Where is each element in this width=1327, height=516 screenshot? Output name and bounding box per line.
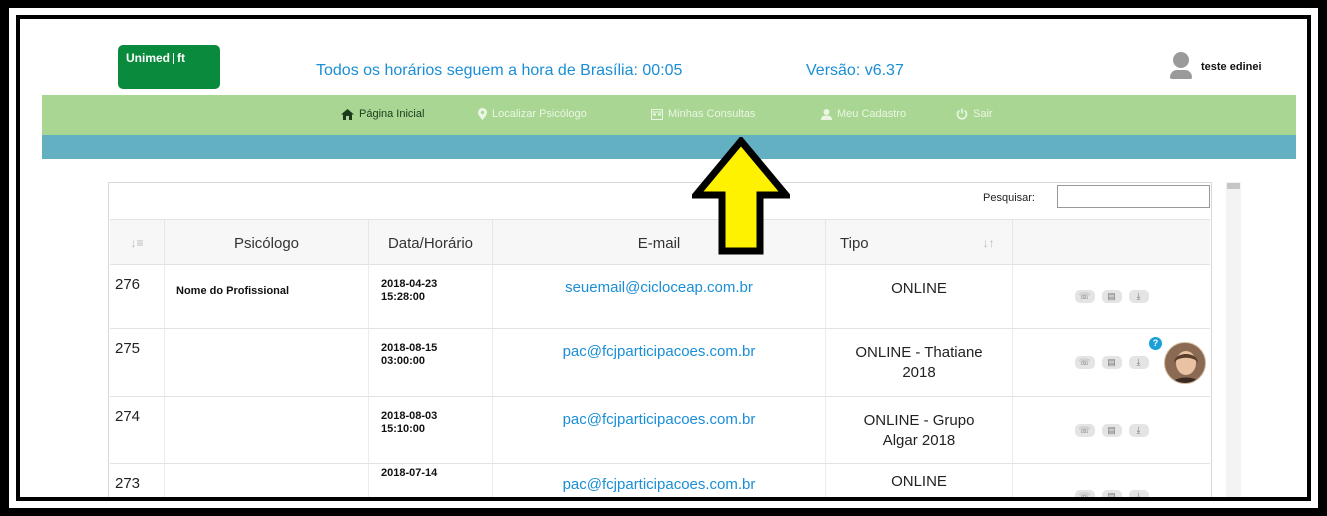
app-screen: Unimed ft Todos os horários seguem a hora…	[20, 19, 1307, 497]
phone-icon[interactable]: ☏	[1074, 290, 1095, 303]
phone-icon[interactable]: ☏	[1074, 490, 1095, 497]
row-datetime: 2018-08-03 15:10:00	[369, 397, 493, 463]
blue-divider-bar	[42, 135, 1296, 159]
phone-icon[interactable]: ☏	[1074, 423, 1095, 437]
row-actions: ☏ ▤ ⤓	[1013, 464, 1210, 497]
column-header-psychologist[interactable]: Psicólogo	[165, 220, 369, 266]
row-date: 2018-04-23	[381, 278, 438, 290]
row-id: 273	[110, 464, 165, 497]
nav-item-my-profile[interactable]: Meu Cadastro	[821, 108, 906, 120]
unimed-logo[interactable]: Unimed ft	[118, 45, 220, 89]
document-icon[interactable]: ▤	[1101, 423, 1122, 437]
download-icon[interactable]: ⤓	[1128, 356, 1149, 369]
calendar-icon	[651, 108, 663, 120]
row-id: 275	[110, 329, 165, 396]
user-avatar-icon[interactable]	[1170, 52, 1192, 80]
user-icon	[821, 108, 832, 120]
row-email[interactable]: pac@fcjparticipacoes.com.br	[493, 397, 826, 463]
row-datetime: 2018-04-23 15:28:00	[369, 265, 493, 328]
row-type: ONLINE - Thatiane 2018	[826, 329, 1013, 396]
table-row[interactable]: 274 2018-08-03 15:10:00 pac@fcjparticipac…	[110, 397, 1210, 464]
row-type: ONLINE - Grupo Algar 2018	[826, 397, 1013, 463]
row-datetime: 2018-07-14	[369, 464, 493, 497]
download-icon[interactable]: ⤓	[1128, 490, 1149, 497]
table-header: ↓≡ Psicólogo Data/Horário E-mail Tipo ↓↑	[110, 219, 1210, 266]
row-psychologist	[165, 329, 369, 396]
row-psychologist	[165, 464, 369, 497]
row-time: 15:10:00	[381, 423, 426, 435]
patient-photo-icon	[1165, 343, 1205, 383]
row-datetime: 2018-08-15 03:00:00	[369, 329, 493, 396]
column-header-type[interactable]: Tipo ↓↑	[826, 220, 1013, 266]
nav-label-my-profile: Meu Cadastro	[837, 108, 907, 120]
row-type-line2: Algar 2018	[882, 432, 956, 449]
nav-label-home: Página Inicial	[359, 108, 425, 120]
row-time: 03:00:00	[381, 355, 426, 367]
document-icon[interactable]: ▤	[1101, 490, 1122, 497]
row-time: 15:28:00	[381, 291, 426, 303]
table-row[interactable]: 275 2018-08-15 03:00:00 pac@fcjparticipac…	[110, 329, 1210, 397]
row-psychologist	[165, 397, 369, 463]
nav-item-find-psychologist[interactable]: Localizar Psicólogo	[478, 108, 587, 120]
row-id: 276	[110, 265, 165, 328]
row-date: 2018-08-03	[381, 410, 438, 422]
home-icon	[341, 108, 354, 120]
row-type: ONLINE	[826, 265, 1013, 328]
row-email[interactable]: pac@fcjparticipacoes.com.br	[493, 329, 826, 396]
help-icon[interactable]: ?	[1149, 337, 1162, 350]
map-marker-icon	[478, 108, 487, 120]
user-name[interactable]: teste edinei	[1201, 61, 1262, 73]
row-type-line1: ONLINE	[891, 473, 947, 490]
row-id: 274	[110, 397, 165, 463]
nav-label-find-psychologist: Localizar Psicólogo	[492, 108, 587, 120]
search-label: Pesquisar:	[983, 192, 1035, 204]
row-type: ONLINE	[826, 464, 1013, 497]
row-email[interactable]: seuemail@cicloceap.com.br	[493, 265, 826, 328]
scrollbar-thumb[interactable]	[1227, 183, 1240, 189]
column-header-actions	[1013, 220, 1210, 266]
row-email[interactable]: pac@fcjparticipacoes.com.br	[493, 464, 826, 497]
logo-suffix: ft	[177, 51, 186, 65]
table-row[interactable]: 276 Nome do Profissional 2018-04-23 15:28…	[110, 265, 1210, 329]
table-row[interactable]: 273 2018-07-14 pac@fcjparticipacoes.com.…	[110, 464, 1210, 497]
nav-item-logout[interactable]: Sair	[956, 108, 993, 120]
search-input[interactable]	[1057, 185, 1210, 208]
row-type-line2: 2018	[902, 364, 936, 381]
document-icon[interactable]: ▤	[1101, 290, 1122, 303]
row-date: 2018-07-14	[381, 467, 438, 479]
column-header-type-label: Tipo	[840, 234, 869, 252]
nav-label-my-appointments: Minhas Consultas	[668, 108, 756, 120]
document-icon[interactable]: ▤	[1101, 356, 1122, 369]
timezone-notice: Todos os horários seguem a hora de Brasí…	[316, 62, 683, 79]
column-header-datetime[interactable]: Data/Horário	[369, 220, 493, 266]
phone-icon[interactable]: ☏	[1074, 356, 1095, 369]
row-actions: ☏ ▤ ⤓	[1013, 397, 1210, 463]
download-icon[interactable]: ⤓	[1128, 423, 1149, 437]
power-icon	[956, 108, 968, 120]
nav-item-home[interactable]: Página Inicial	[341, 108, 424, 120]
download-icon[interactable]: ⤓	[1128, 290, 1149, 303]
row-type-line1: ONLINE	[891, 280, 947, 297]
row-psychologist: Nome do Profissional	[165, 265, 369, 328]
row-actions: ☏ ▤ ⤓	[1013, 265, 1210, 328]
main-nav-bar: Página Inicial Localizar Psicólogo Minha…	[42, 95, 1296, 135]
nav-label-logout: Sair	[973, 108, 993, 120]
row-date: 2018-08-15	[381, 342, 438, 354]
vertical-scrollbar[interactable]	[1226, 182, 1241, 497]
sort-both-icon: ↓↑	[982, 236, 995, 250]
yellow-arrow-annotation	[692, 137, 790, 255]
version-label: Versão: v6.37	[806, 62, 904, 79]
sort-desc-icon: ↓≡	[130, 236, 144, 250]
patient-avatar[interactable]	[1164, 342, 1206, 384]
logo-text: Unimed	[126, 51, 171, 65]
nav-item-my-appointments[interactable]: Minhas Consultas	[651, 108, 755, 120]
row-type-line1: ONLINE - Thatiane	[855, 344, 983, 361]
row-type-line1: ONLINE - Grupo	[863, 412, 975, 429]
column-header-id[interactable]: ↓≡	[110, 220, 165, 266]
